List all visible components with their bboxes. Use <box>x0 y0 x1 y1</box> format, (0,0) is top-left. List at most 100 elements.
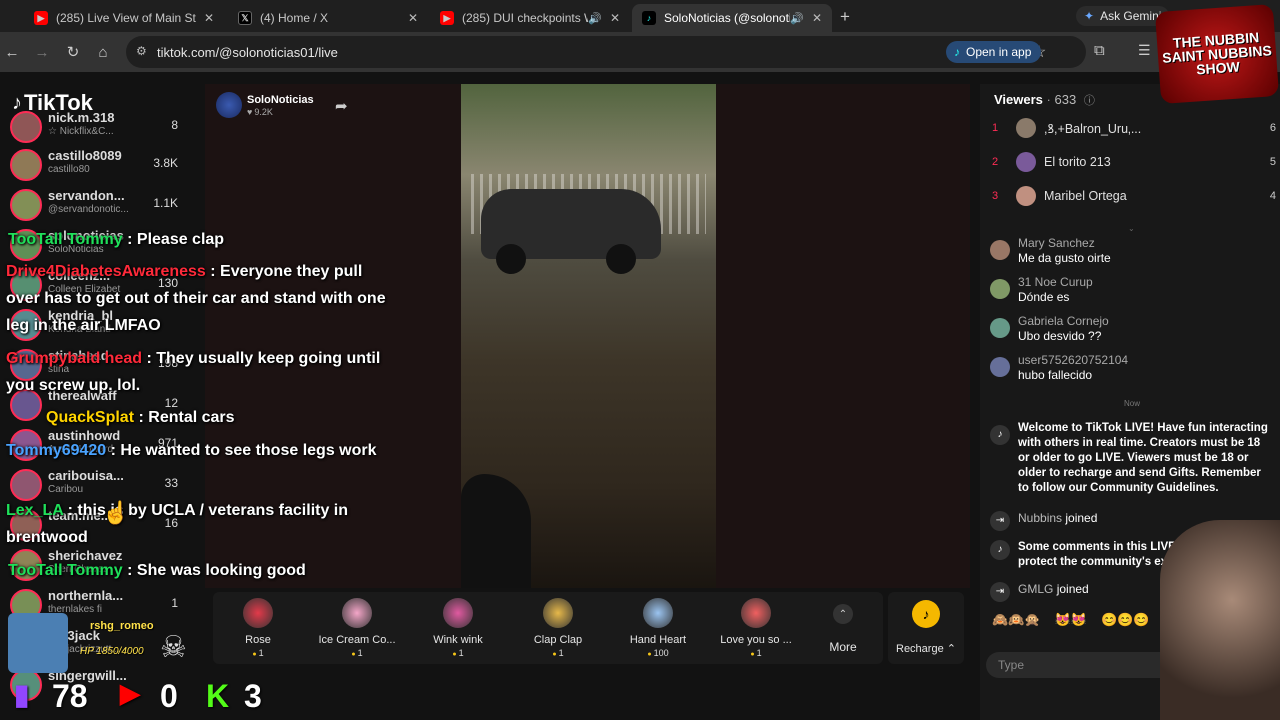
live-video[interactable] <box>461 84 716 588</box>
gemini-icon: ✦ <box>1084 9 1095 23</box>
tiktok-icon: ♪ <box>990 425 1010 445</box>
comment-input[interactable]: Type <box>986 652 1176 678</box>
user-count: 8 <box>171 118 178 132</box>
back-icon[interactable]: ← <box>2 42 22 62</box>
menu-icon[interactable]: ☰ <box>1138 42 1151 59</box>
overlay-chat-message: TooTall Tommy : She was looking good <box>8 557 388 584</box>
info-icon[interactable]: ⓘ <box>1084 95 1095 107</box>
close-icon[interactable]: ✕ <box>204 11 214 25</box>
chat-text: : Rental cars <box>138 409 235 426</box>
viewer-score: 4 <box>1269 190 1276 202</box>
forward-icon[interactable]: → <box>32 42 52 62</box>
overlay-chat-message: Lex_LA : this is by UCLA / veterans faci… <box>6 497 386 551</box>
avatar <box>990 318 1010 338</box>
open-in-app-label: Open in app <box>966 45 1032 59</box>
recharge-button[interactable]: ♪ Recharge ⌃ <box>888 592 964 664</box>
user-display-name: castillo80 <box>48 164 90 175</box>
wheel-shape <box>606 244 636 274</box>
youtube-count: 0 <box>160 678 178 714</box>
gift-item[interactable]: Hand Heart 100 <box>613 598 703 658</box>
enter-icon: ⇥ <box>990 511 1010 531</box>
left-user-item[interactable]: nick.m.318 ☆ Nickflix&C... 8 <box>10 108 200 143</box>
gift-price: 1 <box>413 648 503 658</box>
more-gifts-button[interactable]: More <box>818 640 868 654</box>
gift-item[interactable]: Rose 1 <box>213 598 303 658</box>
youtube-icon: ▶ <box>440 11 454 25</box>
gift-price: 100 <box>613 648 703 658</box>
site-info-icon[interactable]: ⚙ <box>136 44 147 58</box>
left-user-item[interactable]: caribouisa... Caribou 33 <box>10 466 200 501</box>
tab-youtube-main-street[interactable]: ▶ (285) Live View of Main Street F ✕ <box>24 4 224 32</box>
share-icon[interactable]: ➦ <box>335 97 348 115</box>
user-count: 33 <box>164 476 178 490</box>
chevron-up-icon[interactable]: ⌃ <box>833 604 853 624</box>
left-user-item[interactable]: servandon... @servandonotic... 1.1K <box>10 186 200 221</box>
top-viewer-row[interactable]: 1 ,ꝸ,+Balron_Uru‚... 6 <box>992 118 1280 138</box>
gift-name: Clap Clap <box>533 634 583 646</box>
gift-item[interactable]: Clap Clap 1 <box>513 598 603 658</box>
viewer-name: Maribel Ortega <box>1044 189 1127 203</box>
logo-text: THE NUBBIN SAINT NUBBINS SHOW <box>1161 29 1273 78</box>
gift-price: 1 <box>711 648 801 658</box>
avatar <box>990 357 1010 377</box>
host-avatar[interactable] <box>216 92 242 118</box>
new-tab-button[interactable]: + <box>840 7 850 27</box>
joined-user[interactable]: GMLG <box>1018 582 1053 596</box>
speaker-icon[interactable]: 🔊 <box>790 12 804 25</box>
chat-text: : Please clap <box>127 231 225 248</box>
scroll-chevron-icon[interactable]: ⌄ <box>1128 224 1135 233</box>
now-divider: Now <box>1124 399 1141 408</box>
speaker-icon[interactable]: 🔊 <box>588 12 602 25</box>
top-viewer-row[interactable]: 3 Maribel Ortega 4 <box>992 186 1280 206</box>
user-display-name: Caribou <box>48 484 84 495</box>
gift-price: 1 <box>213 648 303 658</box>
host-name[interactable]: SoloNoticias <box>247 94 314 106</box>
recharge-text: Recharge <box>896 643 944 655</box>
comment-item[interactable]: user5752620752104 hubo fallecido <box>990 353 1270 383</box>
gift-item[interactable]: Love you so ... 1 <box>711 598 801 658</box>
close-icon[interactable]: ✕ <box>812 11 822 25</box>
close-icon[interactable]: ✕ <box>610 11 620 25</box>
monkey-emoji-icon[interactable]: 🙈🙉🙊 <box>992 612 1041 632</box>
avatar <box>1016 118 1036 138</box>
heart-icon: ♥ <box>247 107 253 117</box>
extensions-icon[interactable]: ⧉ <box>1094 42 1105 59</box>
open-in-app-button[interactable]: ♪ Open in app <box>946 41 1042 63</box>
gift-item[interactable]: Wink wink 1 <box>413 598 503 658</box>
twitch-count: 78 <box>52 678 88 714</box>
tab-solonoticias[interactable]: ♪ SoloNoticias (@solonoticias 🔊 ✕ <box>632 4 832 32</box>
comment-item[interactable]: 31 Noe Curup Dónde es <box>990 275 1270 305</box>
avatar <box>1016 186 1036 206</box>
tab-x-home[interactable]: 𝕏 (4) Home / X ✕ <box>228 4 428 32</box>
address-bar[interactable]: ⚙ tiktok.com/@solonoticias01/live ☆ <box>126 36 1086 68</box>
overlay-chat-message: QuackSplat : Rental cars <box>46 404 406 431</box>
chat-text: : He wanted to see those legs work <box>110 442 377 459</box>
viewer-rank: 2 <box>992 156 999 168</box>
wheel-shape <box>496 244 526 274</box>
x-icon: 𝕏 <box>238 11 252 25</box>
smile-emoji-icon[interactable]: 😊😊😊 <box>1101 612 1150 632</box>
home-icon[interactable]: ⌂ <box>93 42 113 62</box>
comment-item[interactable]: Gabriela Cornejo Ubo desvido ?? <box>990 314 1270 344</box>
gift-icon <box>342 598 372 628</box>
comment-item[interactable]: Mary Sanchez Me da gusto oirte <box>990 236 1270 266</box>
avatar <box>10 189 42 221</box>
browser-toolbar: ← → ↻ ⌂ ⚙ tiktok.com/@solonoticias01/liv… <box>0 32 1280 72</box>
avatar <box>990 240 1010 260</box>
chat-user: Drive4DiabetesAwareness <box>6 263 206 280</box>
tab-youtube-dui[interactable]: ▶ (285) DUI checkpoints West 🔊 ✕ <box>430 4 630 32</box>
joined-text: joined <box>1056 582 1089 596</box>
reload-icon[interactable]: ↻ <box>63 42 83 62</box>
close-icon[interactable]: ✕ <box>408 11 418 25</box>
url-text: tiktok.com/@solonoticias01/live <box>157 45 338 60</box>
left-user-item[interactable]: castillo8089 castillo80 3.8K <box>10 146 200 181</box>
comment-author: 31 Noe Curup <box>1018 275 1093 289</box>
gift-item[interactable]: Ice Cream Co... 1 <box>312 598 402 658</box>
mouse-cursor-icon: ☝ <box>102 500 130 525</box>
cat-emoji-icon[interactable]: 😻😻 <box>1055 612 1087 632</box>
joined-user[interactable]: Nubbins <box>1018 511 1062 525</box>
chat-text: : She was looking good <box>127 562 306 579</box>
user-handle: servandon... <box>48 188 125 203</box>
top-viewer-row[interactable]: 2 El torito 213 5 <box>992 152 1280 172</box>
viewer-name: ,ꝸ,+Balron_Uru‚... <box>1044 121 1142 136</box>
